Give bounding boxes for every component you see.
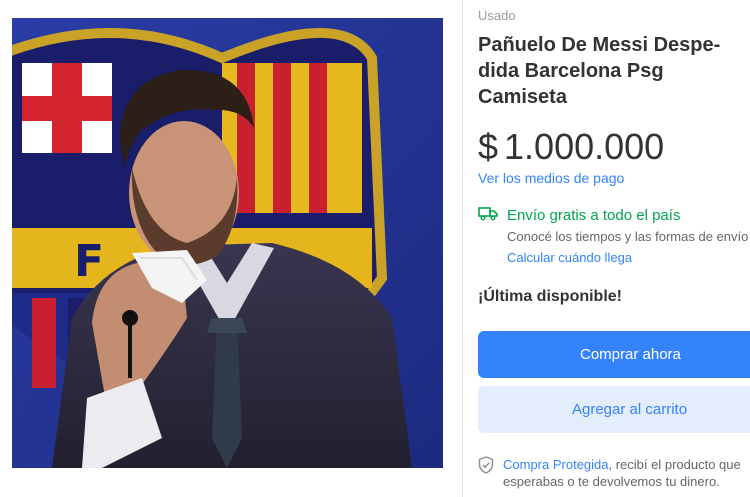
shield-icon xyxy=(478,456,494,479)
add-to-cart-label: Agregar al carrito xyxy=(572,401,688,418)
product-title-line-2: dida Barcelona Psg xyxy=(478,60,664,82)
column-divider xyxy=(462,0,463,497)
truck-icon xyxy=(478,205,498,226)
crest-letter: F xyxy=(74,236,104,287)
add-to-cart-button[interactable]: Agregar al carrito xyxy=(478,386,750,433)
protection-text-1: , recibí el producto que xyxy=(608,457,741,472)
product-title-line-1: Pañuelo De Messi Despe- xyxy=(478,34,721,56)
price-currency: $ xyxy=(478,126,499,167)
price-amount: 1.000.000 xyxy=(504,126,665,167)
price: $1.000.000 xyxy=(478,126,664,168)
product-info-panel: Usado Pañuelo De Messi Despe- dida Barce… xyxy=(478,0,750,497)
calculate-delivery-link[interactable]: Calcular cuándo llega xyxy=(507,250,632,265)
buy-now-label: Comprar ahora xyxy=(580,346,681,363)
condition-label: Usado xyxy=(478,8,516,23)
buy-now-button[interactable]: Comprar ahora xyxy=(478,331,750,378)
shipping-info-text: Conocé los tiempos y las formas de envío xyxy=(507,229,749,244)
protection-text-2: esperabas o te devolvemos tu dinero. xyxy=(503,474,720,489)
product-photo-illustration: F xyxy=(12,18,443,468)
payment-methods-link[interactable]: Ver los medios de pago xyxy=(478,170,624,186)
purchase-protection-text: Compra Protegida, recibí el producto que… xyxy=(503,456,750,490)
product-title: Pañuelo De Messi Despe- dida Barcelona P… xyxy=(478,32,743,110)
stock-label: ¡Última disponible! xyxy=(478,288,622,305)
product-title-line-3: Camiseta xyxy=(478,86,567,108)
free-shipping-label: Envío gratis a todo el país xyxy=(507,207,681,224)
protected-purchase-link[interactable]: Compra Protegida xyxy=(503,457,609,472)
product-image[interactable]: F xyxy=(12,18,443,468)
